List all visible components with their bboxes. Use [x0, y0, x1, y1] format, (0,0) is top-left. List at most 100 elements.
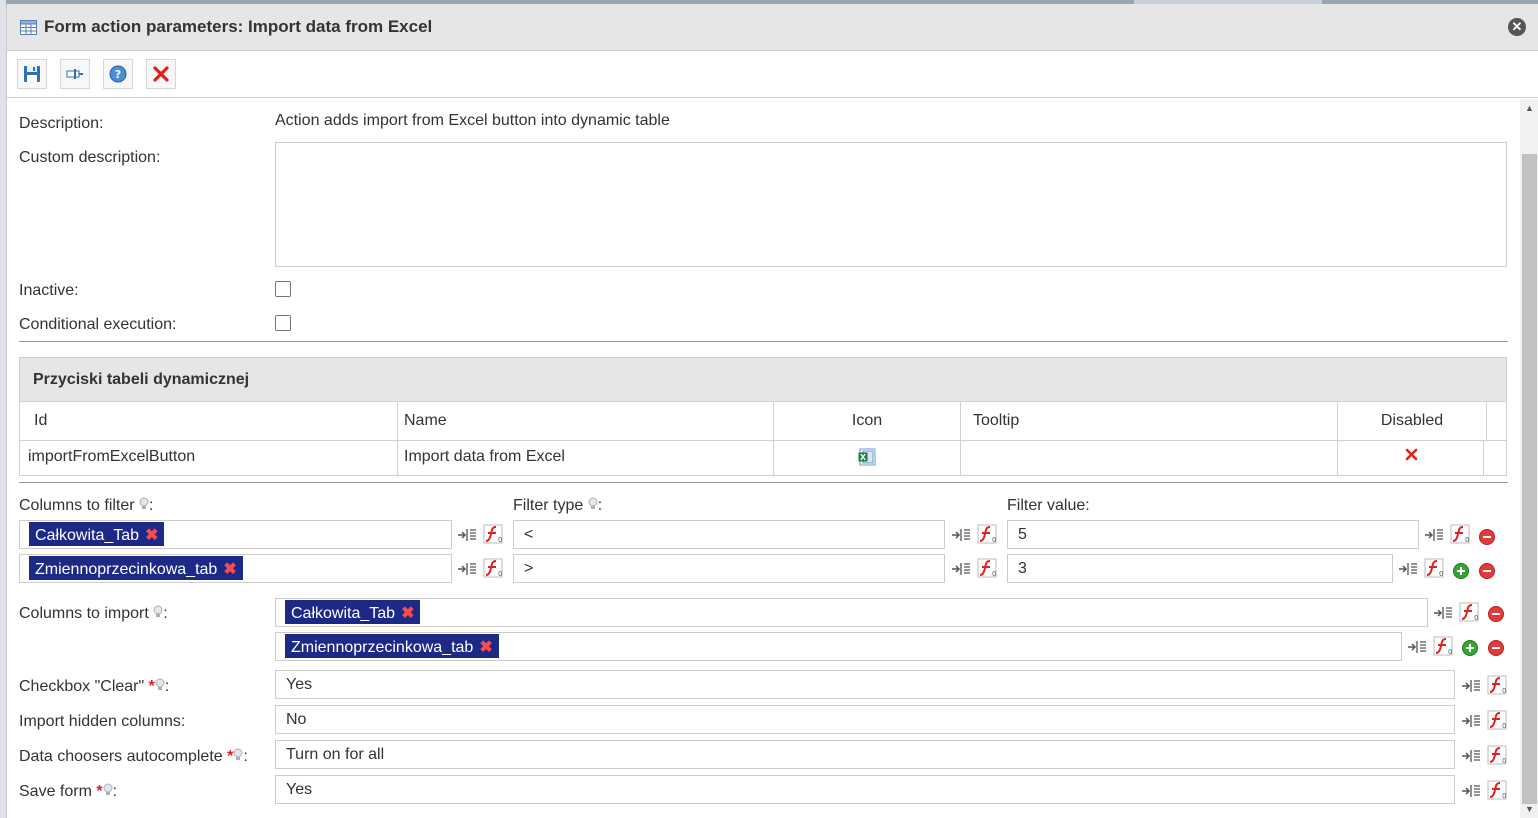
variable-icon[interactable] — [951, 526, 971, 544]
add-row-icon[interactable] — [1453, 563, 1469, 579]
variable-icon[interactable] — [1461, 747, 1481, 765]
function-icon[interactable]: 0 — [1450, 524, 1470, 544]
filter-value-field[interactable]: 5 — [1007, 520, 1419, 549]
hint-bulb-icon — [588, 497, 598, 509]
svg-text:0: 0 — [992, 570, 996, 578]
cell-tooltip[interactable] — [961, 441, 1338, 475]
remove-tag-icon[interactable]: ✖ — [401, 605, 414, 622]
variable-icon[interactable] — [1398, 560, 1418, 578]
filter-column-field[interactable]: Zmiennoprzecinkowa_tab ✖ — [19, 554, 452, 583]
panel-header: Przyciski tabeli dynamicznej — [20, 358, 1506, 402]
column-header-tooltip[interactable]: Tooltip — [961, 402, 1338, 440]
scroll-up-arrow-icon[interactable]: ▲ — [1520, 103, 1538, 117]
function-icon[interactable]: 0 — [1424, 558, 1444, 578]
filter-value-label: Filter value: — [1007, 497, 1090, 514]
custom-description-textarea[interactable] — [275, 142, 1507, 267]
function-icon[interactable]: 0 — [1459, 602, 1479, 622]
help-icon: ? — [109, 65, 127, 83]
filter-column-field[interactable]: Całkowita_Tab ✖ — [19, 520, 452, 549]
scrollbar-thumb[interactable] — [1522, 154, 1537, 804]
variable-button[interactable] — [60, 59, 90, 89]
function-icon[interactable]: 0 — [977, 558, 997, 578]
variable-icon[interactable] — [1433, 604, 1453, 622]
data-choosers-autocomplete-select[interactable]: Turn on for all — [275, 740, 1455, 769]
variable-icon[interactable] — [457, 526, 477, 544]
column-header-disabled[interactable]: Disabled — [1338, 402, 1487, 440]
delete-icon — [153, 66, 169, 82]
remove-tag-icon[interactable]: ✖ — [479, 639, 492, 656]
svg-text:0: 0 — [1448, 648, 1452, 656]
column-header-id[interactable]: Id — [20, 402, 398, 440]
function-icon[interactable]: 0 — [483, 558, 503, 578]
clear-checkbox-label: Checkbox "Clear" *: — [19, 678, 170, 695]
divider — [19, 341, 1508, 342]
filter-type-field[interactable]: < — [513, 520, 945, 549]
divider — [19, 482, 1508, 483]
svg-text:0: 0 — [1502, 722, 1506, 730]
custom-description-label: Custom description: — [19, 149, 161, 166]
filter-type-field[interactable]: > — [513, 554, 945, 583]
dynamic-table-buttons-panel: Przyciski tabeli dynamicznej Id Name Ico… — [19, 357, 1507, 476]
save-button[interactable] — [17, 59, 47, 89]
remove-tag-icon[interactable]: ✖ — [223, 561, 236, 578]
svg-text:0: 0 — [1474, 614, 1478, 622]
import-column-tag: Zmiennoprzecinkowa_tab ✖ — [285, 634, 499, 658]
filter-column-tag: Całkowita_Tab ✖ — [29, 522, 165, 546]
import-column-tag: Całkowita_Tab ✖ — [285, 600, 421, 624]
function-icon[interactable]: 0 — [977, 524, 997, 544]
remove-tag-icon[interactable]: ✖ — [145, 527, 158, 544]
variable-icon[interactable] — [1461, 677, 1481, 695]
import-hidden-columns-select[interactable]: No — [275, 705, 1455, 734]
filter-value-field[interactable]: 3 — [1007, 554, 1393, 583]
save-form-select[interactable]: Yes — [275, 775, 1455, 804]
save-icon — [24, 66, 40, 82]
function-icon[interactable]: 0 — [483, 524, 503, 544]
hint-bulb-icon — [155, 678, 165, 690]
variable-icon[interactable] — [1407, 638, 1427, 656]
hint-bulb-icon — [233, 748, 243, 760]
variable-icon[interactable] — [1461, 782, 1481, 800]
column-header-name[interactable]: Name — [398, 402, 774, 440]
variable-icon[interactable] — [1461, 712, 1481, 730]
svg-text:0: 0 — [992, 536, 996, 544]
import-column-field[interactable]: Zmiennoprzecinkowa_tab ✖ — [275, 632, 1402, 661]
svg-text:0: 0 — [1502, 757, 1506, 765]
remove-row-icon[interactable] — [1479, 563, 1495, 579]
function-icon[interactable]: 0 — [1487, 675, 1507, 695]
delete-button[interactable] — [146, 59, 176, 89]
columns-to-import-label: Columns to import : — [19, 605, 168, 622]
excel-icon: X — [858, 448, 876, 466]
function-icon[interactable]: 0 — [1487, 710, 1507, 730]
clear-checkbox-select[interactable]: Yes — [275, 670, 1455, 699]
cell-id[interactable]: importFromExcelButton — [20, 441, 398, 475]
import-column-field[interactable]: Całkowita_Tab ✖ — [275, 598, 1428, 627]
remove-row-icon[interactable] — [1488, 640, 1504, 656]
svg-text:0: 0 — [1502, 792, 1506, 800]
variable-icon[interactable] — [951, 560, 971, 578]
variable-icon[interactable] — [457, 560, 477, 578]
column-header-icon[interactable]: Icon — [774, 402, 961, 440]
conditional-execution-label: Conditional execution: — [19, 316, 177, 333]
remove-row-icon[interactable] — [1488, 606, 1504, 622]
columns-to-filter-label: Columns to filter : — [19, 497, 154, 514]
add-row-icon[interactable] — [1462, 640, 1478, 656]
vertical-scrollbar[interactable]: ▲ ▼ — [1520, 99, 1538, 818]
svg-text:0: 0 — [1439, 570, 1443, 578]
remove-row-icon[interactable] — [1479, 529, 1495, 545]
close-icon[interactable]: ✕ — [1508, 18, 1526, 36]
cell-icon[interactable]: X — [774, 441, 961, 475]
help-button[interactable]: ? — [103, 59, 133, 89]
variable-icon — [66, 69, 83, 79]
inactive-checkbox[interactable] — [275, 281, 291, 297]
cell-disabled[interactable] — [1338, 441, 1484, 475]
description-value: Action adds import from Excel button int… — [275, 112, 670, 129]
scroll-down-arrow-icon[interactable]: ▼ — [1520, 804, 1538, 818]
function-icon[interactable]: 0 — [1487, 780, 1507, 800]
function-icon[interactable]: 0 — [1487, 745, 1507, 765]
dialog-title: Form action parameters: Import data from… — [44, 17, 433, 36]
variable-icon[interactable] — [1424, 526, 1444, 544]
disabled-x-icon — [1405, 448, 1418, 461]
function-icon[interactable]: 0 — [1433, 636, 1453, 656]
cell-name[interactable]: Import data from Excel — [398, 441, 774, 475]
conditional-execution-checkbox[interactable] — [275, 315, 291, 331]
